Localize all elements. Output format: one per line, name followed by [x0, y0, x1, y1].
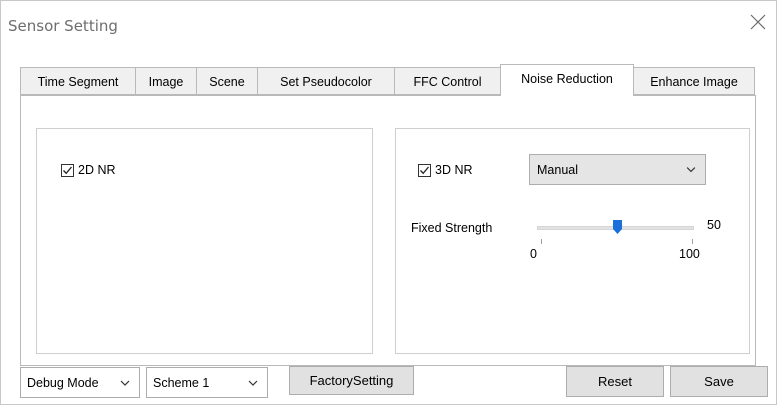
fixed-strength-value: 50: [707, 218, 721, 232]
close-icon[interactable]: [748, 12, 768, 32]
checkbox-3d-nr[interactable]: 3D NR: [418, 163, 473, 177]
debug-mode-value: Debug Mode: [27, 376, 99, 390]
checkbox-2d-nr[interactable]: 2D NR: [61, 163, 116, 177]
checkbox-2d-nr-label: 2D NR: [78, 163, 116, 177]
checkbox-3d-nr-label: 3D NR: [435, 163, 473, 177]
debug-mode-select[interactable]: Debug Mode: [20, 367, 140, 398]
fixed-strength-label: Fixed Strength: [411, 221, 493, 235]
tab-set-pseudocolor[interactable]: Set Pseudocolor: [257, 67, 395, 95]
chevron-down-icon: [120, 380, 130, 386]
slider-tick-min: [541, 239, 542, 244]
nr-mode-select[interactable]: Manual: [529, 154, 706, 185]
factory-setting-button[interactable]: FactorySetting: [289, 366, 414, 395]
slider-tick-max: [692, 239, 693, 244]
window-title: Sensor Setting: [8, 17, 118, 35]
scheme-value: Scheme 1: [153, 376, 210, 390]
reset-button[interactable]: Reset: [566, 366, 664, 397]
slider-max-label: 100: [679, 247, 700, 261]
nr-mode-value: Manual: [537, 163, 578, 177]
tab-enhance-image[interactable]: Enhance Image: [633, 67, 755, 95]
tab-noise-reduction[interactable]: Noise Reduction: [500, 64, 634, 96]
tab-time-segment[interactable]: Time Segment: [20, 67, 136, 95]
tab-content: 2D NR 3D NR Manual Fixed Strength 50 0 1…: [20, 95, 756, 366]
slider-thumb-icon[interactable]: [612, 220, 622, 234]
title-bar: Sensor Setting: [0, 0, 778, 50]
slider-min-label: 0: [530, 247, 537, 261]
check-icon: [418, 163, 431, 177]
check-icon: [61, 163, 74, 177]
scheme-select[interactable]: Scheme 1: [146, 367, 268, 398]
save-button[interactable]: Save: [670, 366, 768, 397]
panel-3d-nr: 3D NR Manual Fixed Strength 50 0 100: [395, 128, 750, 354]
tab-scene[interactable]: Scene: [196, 67, 258, 95]
chevron-down-icon: [248, 380, 258, 386]
chevron-down-icon: [686, 167, 696, 173]
tab-image[interactable]: Image: [135, 67, 197, 95]
panel-2d-nr: 2D NR: [36, 128, 373, 354]
tab-ffc-control[interactable]: FFC Control: [394, 67, 501, 95]
